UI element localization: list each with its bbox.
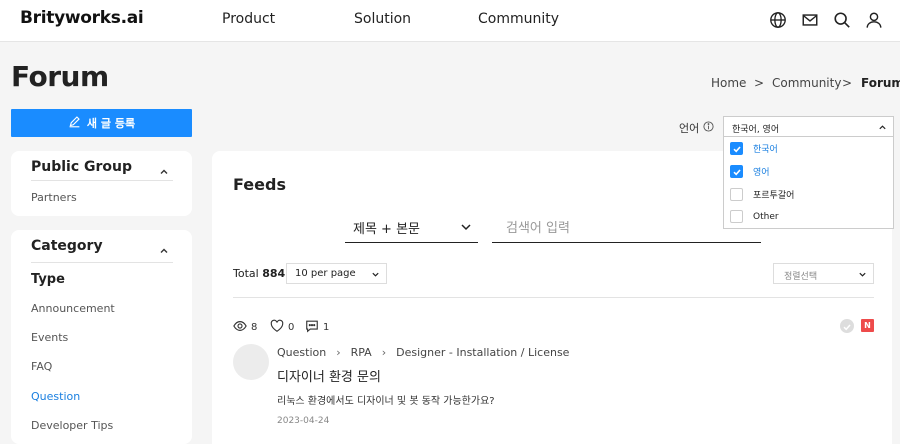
sidebar-item-events[interactable]: Events (31, 331, 68, 344)
avatar (233, 344, 269, 380)
breadcrumb-separator: > (754, 76, 765, 90)
chevron-down-icon (371, 270, 380, 279)
heart-icon (270, 319, 284, 336)
total-count: Total 884 (233, 267, 285, 280)
checkbox-checked-icon[interactable] (730, 142, 743, 155)
language-option-korean[interactable]: 한국어 (730, 142, 778, 155)
nav-community[interactable]: Community (478, 11, 559, 27)
chevron-up-icon (878, 123, 887, 132)
language-label-text: 언어 (679, 122, 700, 135)
post-title[interactable]: 디자이너 환경 문의 (277, 366, 381, 385)
comment-count: 1 (305, 319, 329, 336)
pencil-icon (68, 115, 81, 131)
search-icon[interactable] (833, 11, 851, 29)
breadcrumb-home[interactable]: Home (711, 76, 746, 90)
checkbox-checked-icon[interactable] (730, 165, 743, 178)
public-group-title[interactable]: Public Group (31, 159, 132, 175)
chevron-up-icon[interactable] (159, 162, 169, 174)
like-count[interactable]: 0 (270, 319, 294, 336)
user-icon[interactable] (865, 11, 883, 29)
new-post-button[interactable]: 새 글 등록 (11, 109, 192, 137)
search-type-value: 제목 + 본문 (353, 222, 420, 237)
breadcrumb-community[interactable]: Community (772, 76, 841, 90)
post-category-path: Question › RPA › Designer - Installation… (277, 346, 569, 359)
sidebar-item-faq[interactable]: FAQ (31, 360, 52, 373)
comment-count-value: 1 (323, 322, 330, 333)
eye-icon (233, 319, 247, 336)
top-navigation-bar: Brityworks.ai Product Solution Community (0, 0, 900, 42)
category-title[interactable]: Category (31, 238, 103, 254)
total-value: 884 (262, 267, 286, 280)
view-count: 8 (233, 319, 257, 336)
language-select[interactable]: 한국어, 영어 (723, 116, 894, 137)
language-label: 언어 (679, 120, 714, 136)
sidebar-item-question[interactable]: Question (31, 390, 80, 403)
sidebar-item-announcement[interactable]: Announcement (31, 302, 115, 315)
checkbox-unchecked-icon[interactable] (730, 210, 743, 223)
new-badge: N (861, 319, 874, 332)
total-label: Total (233, 267, 259, 280)
mail-icon[interactable] (801, 11, 819, 29)
chevron-right-icon: › (336, 346, 341, 359)
chevron-down-icon (460, 221, 472, 233)
post-excerpt: 리눅스 환경에서도 디자이너 및 봇 동작 가능한가요? (277, 396, 495, 407)
comment-icon (305, 319, 319, 336)
breadcrumb-separator: > (842, 76, 853, 90)
post-category[interactable]: Question (277, 346, 326, 359)
chevron-down-icon (858, 270, 867, 279)
post-topic[interactable]: Designer - Installation / License (396, 346, 569, 359)
language-select-value: 한국어, 영어 (732, 125, 780, 135)
language-option-english[interactable]: 영어 (730, 165, 770, 178)
new-post-label: 새 글 등록 (86, 117, 136, 130)
sort-select[interactable]: 정렬선택 (773, 263, 874, 284)
search-type-select[interactable]: 제목 + 본문 (345, 214, 478, 243)
breadcrumb-forum: Forum (861, 76, 900, 90)
check-circle-icon (840, 319, 854, 333)
language-option-other[interactable]: Other (730, 210, 779, 223)
per-page-value: 10 per page (295, 268, 356, 279)
language-option-label: 영어 (753, 168, 770, 178)
public-group-card: Public Group Partners (11, 151, 192, 216)
per-page-select[interactable]: 10 per page (286, 263, 387, 284)
feeds-title: Feeds (233, 175, 286, 194)
nav-product[interactable]: Product (222, 11, 275, 27)
category-card: Category Type Announcement Events FAQ Qu… (11, 230, 192, 444)
language-option-portuguese[interactable]: 포르투갈어 (730, 188, 794, 201)
language-option-label: 포르투갈어 (753, 191, 795, 201)
view-count-value: 8 (251, 322, 258, 333)
type-heading: Type (31, 272, 65, 287)
divider (31, 180, 173, 181)
sort-placeholder: 정렬선택 (784, 272, 818, 282)
checkbox-unchecked-icon[interactable] (730, 188, 743, 201)
post-subcategory[interactable]: RPA (351, 346, 372, 359)
sidebar-item-partners[interactable]: Partners (31, 191, 77, 204)
brand-logo[interactable]: Brityworks.ai (20, 8, 144, 28)
language-option-label: 한국어 (753, 145, 778, 155)
chevron-right-icon: › (381, 346, 387, 359)
language-dropdown-menu: 한국어 영어 포르투갈어 Other (723, 137, 894, 229)
language-option-label: Other (753, 211, 779, 222)
page-title: Forum (11, 60, 109, 93)
chevron-up-icon[interactable] (159, 241, 169, 253)
sidebar-item-developer-tips[interactable]: Developer Tips (31, 419, 113, 432)
like-count-value: 0 (288, 322, 295, 333)
info-icon[interactable] (703, 121, 714, 135)
post-date: 2023-04-24 (277, 416, 330, 426)
divider (31, 262, 173, 263)
divider (233, 297, 874, 298)
nav-solution[interactable]: Solution (354, 11, 411, 27)
search-input[interactable] (492, 214, 761, 243)
globe-icon[interactable] (769, 11, 787, 29)
